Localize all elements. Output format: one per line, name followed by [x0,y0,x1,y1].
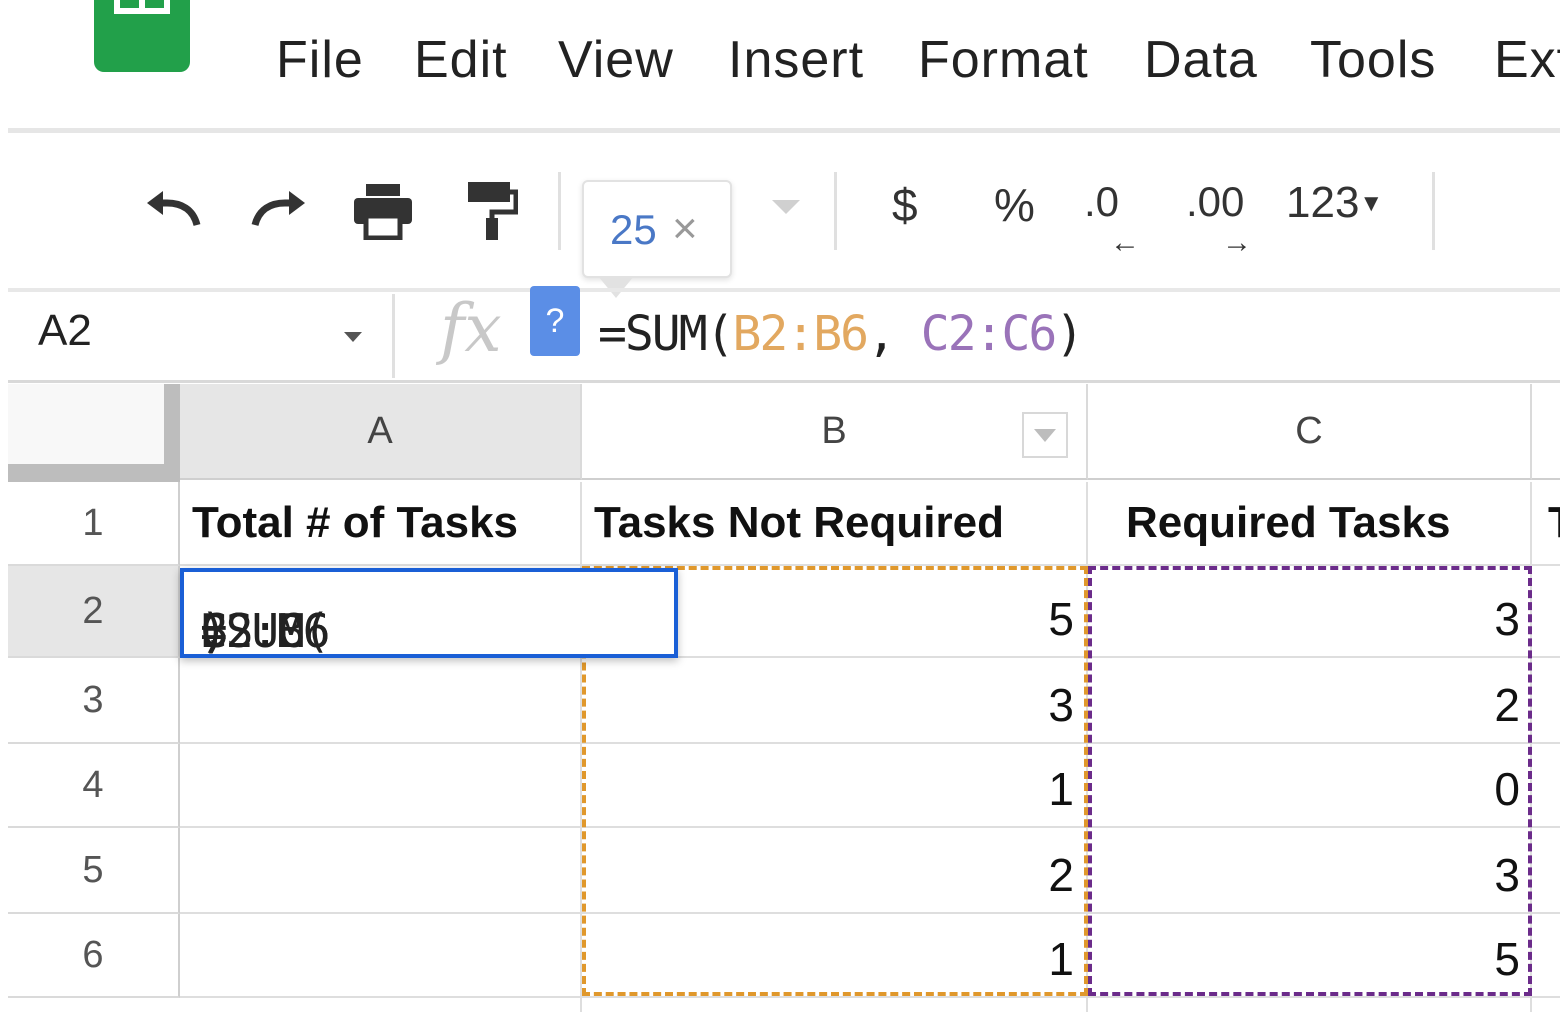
menu-extensions[interactable]: Ext [1494,30,1560,90]
undo-icon[interactable] [138,176,208,246]
column-header-c[interactable]: C [1088,384,1532,480]
row-header-2[interactable]: 2 [8,566,180,658]
cell-d1[interactable]: T [1548,498,1560,548]
help-badge[interactable]: ? [530,286,580,356]
row-header-4[interactable]: 4 [8,744,180,828]
sheets-logo-icon[interactable] [94,0,190,72]
row-header-3[interactable]: 3 [8,658,180,744]
menu-view[interactable]: View [558,30,674,90]
arrow-left-icon: ← [1110,226,1140,259]
toolbar-divider [558,172,561,250]
grid-line [180,996,1560,998]
menu-file[interactable]: File [276,30,364,90]
chevron-down-icon[interactable] [772,200,800,214]
column-header-d[interactable] [1532,384,1560,480]
toolbar-divider [834,172,837,250]
active-cell-editor[interactable]: =SUM(B2:B6, C2:C6) [180,568,678,658]
more-formats-button[interactable]: 123▼ [1286,178,1383,228]
decrease-decimal-button[interactable]: .0 [1084,178,1119,226]
column-header-b[interactable]: B [582,384,1088,480]
toolbar-divider [1432,172,1435,250]
chevron-down-icon[interactable] [344,332,362,342]
currency-button[interactable]: $ [892,178,918,232]
row-header-1[interactable]: 1 [8,482,180,566]
redo-icon[interactable] [244,176,314,246]
paint-format-icon[interactable] [456,176,526,246]
arrow-right-icon: → [1222,226,1252,259]
row-header-6[interactable]: 6 [8,914,180,998]
name-box[interactable]: A2 [38,306,92,356]
header-divider [8,128,1560,133]
row-header-5[interactable]: 5 [8,828,180,914]
column-header-a[interactable]: A [180,384,582,480]
menu-data[interactable]: Data [1144,30,1258,90]
menu-format[interactable]: Format [918,30,1089,90]
formula-bar-divider [8,288,1560,292]
menu-insert[interactable]: Insert [728,30,864,90]
percent-button[interactable]: % [994,178,1035,232]
menu-tools[interactable]: Tools [1310,30,1436,90]
cell-b1[interactable]: Tasks Not Required [594,498,1004,548]
filter-icon[interactable] [1022,412,1068,458]
range-highlight-c [1088,566,1532,996]
grid-top-border [8,380,1560,383]
increase-decimal-button[interactable]: .00 [1186,178,1244,226]
cell-a1[interactable]: Total # of Tasks [192,498,518,548]
freeze-row-handle[interactable] [8,464,180,482]
tooltip-value: 25 [610,206,657,253]
formula-input[interactable]: =SUM(B2:B6, C2:C6) [598,306,1084,362]
print-icon[interactable] [348,176,418,246]
zoom-tooltip: 25 × [582,180,732,298]
fx-icon: fx [440,290,502,367]
caret-down-icon: ▼ [1359,190,1384,217]
formula-bar-separator [392,294,395,378]
cell-c1[interactable]: Required Tasks [1126,498,1450,548]
menu-edit[interactable]: Edit [414,30,508,90]
close-icon[interactable]: × [672,204,698,254]
